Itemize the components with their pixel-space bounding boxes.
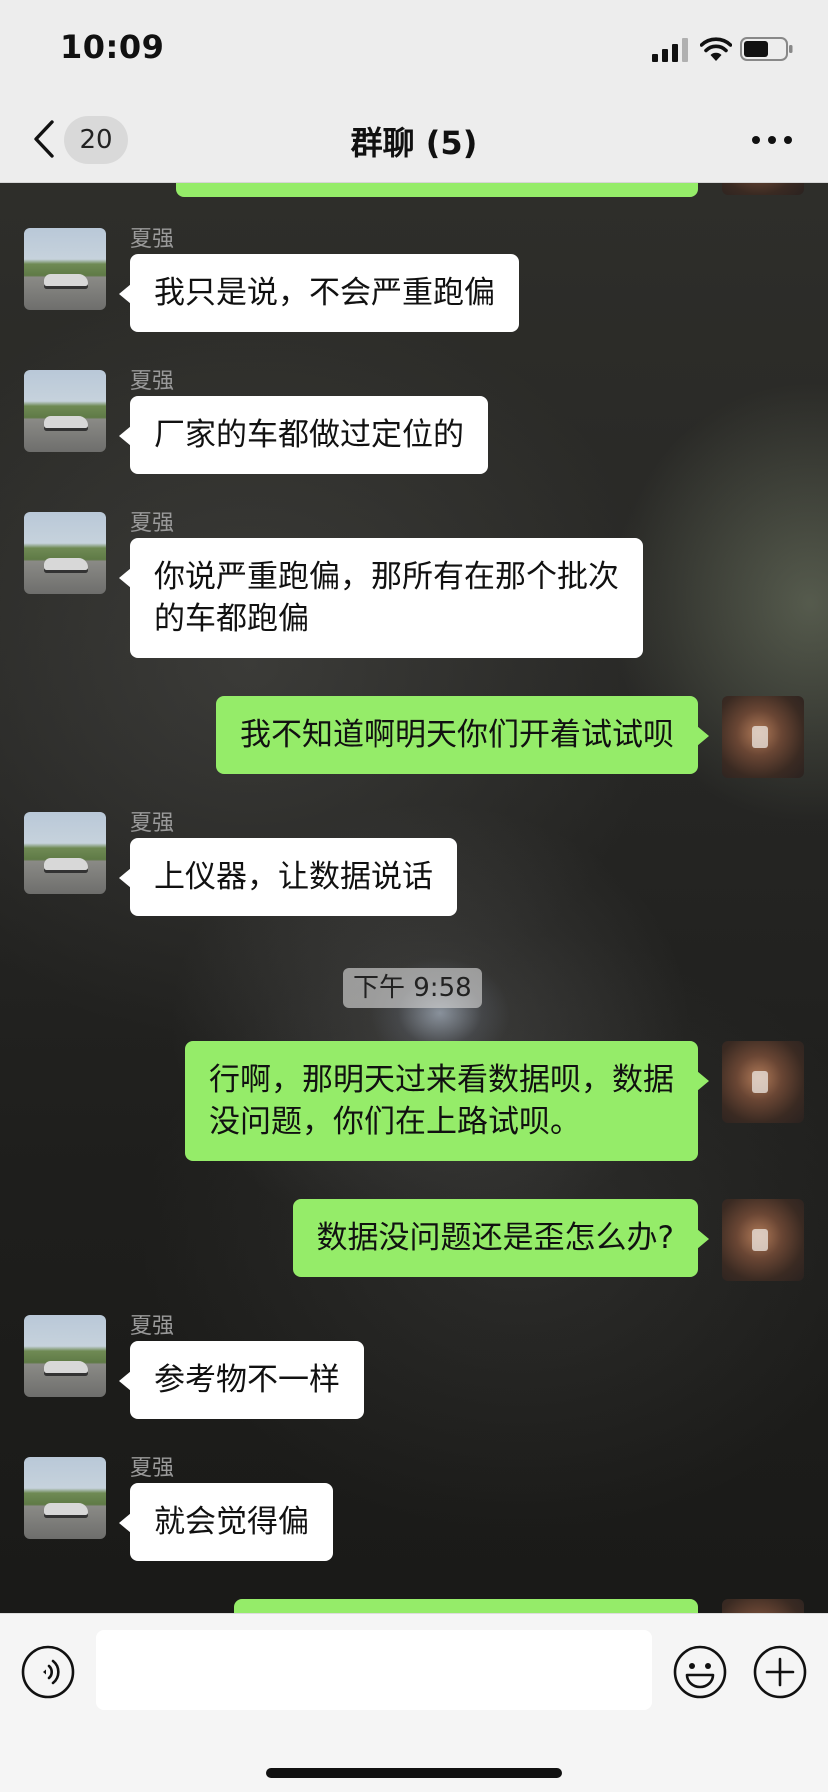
avatar-self[interactable] [722,1599,804,1613]
sender-name: 夏强 [130,511,175,536]
sender-name: 夏强 [130,1314,175,1339]
sender-name: 夏强 [130,1456,175,1481]
message-bubble-incoming[interactable]: 厂家的车都做过定位的 [119,396,488,474]
message-bubble-incoming[interactable]: 上仪器，让数据说话 [119,838,457,916]
avatar-self[interactable] [722,1041,804,1123]
message-bubble-outgoing[interactable]: 数据没问题还是歪怎么办? [292,1199,710,1277]
plus-button[interactable] [752,1644,808,1700]
home-indicator [266,1768,562,1778]
page-title: 群聊 (5) [350,124,478,162]
message-bubble-outgoing[interactable] [176,183,698,197]
top-bar: 10:09 20 群聊 (5) [0,0,828,183]
avatar-self[interactable] [722,183,804,195]
avatar-sender[interactable] [24,812,106,894]
avatar-self[interactable] [722,696,804,778]
cellular-signal-icon [652,38,688,62]
message-bubble-outgoing[interactable]: 我不知道啊明天你们开着试试呗 [216,696,709,774]
status-time: 10:09 [60,28,165,66]
message-line: 没问题，你们在上路试呗。 [209,1104,581,1140]
message-bubble-incoming[interactable]: 就会觉得偏 [119,1483,333,1561]
message-bubble-incoming[interactable]: 我只是说，不会严重跑偏 [119,254,519,332]
message-input[interactable] [96,1630,652,1710]
message-bubble-incoming[interactable]: 你说严重跑偏，那所有在那个批次 的车都跑偏 [119,538,643,658]
avatar-sender[interactable] [24,512,106,594]
input-bar [0,1613,828,1792]
message-bubble-outgoing[interactable]: 行啊，那明天过来看数据呗，数据 没问题，你们在上路试呗。 [185,1041,709,1161]
avatar-sender[interactable] [24,1457,106,1539]
sender-name: 夏强 [130,227,175,252]
emoji-button[interactable] [672,1644,728,1700]
message-line: 的车都跑偏 [154,601,309,637]
avatar-self[interactable] [722,1199,804,1281]
message-bubble-outgoing[interactable] [234,1599,698,1613]
message-line: 行啊，那明天过来看数据呗，数据 [209,1062,674,1098]
message-list[interactable]: 夏强 我只是说，不会严重跑偏 夏强 厂家的车都做过定位的 夏强 你说严重跑偏，那… [0,183,828,1613]
wifi-icon [700,37,732,61]
battery-icon [740,37,793,61]
message-bubble-incoming[interactable]: 参考物不一样 [119,1341,364,1419]
more-options-button[interactable] [748,122,796,158]
message-line: 你说严重跑偏，那所有在那个批次 [154,559,619,595]
sender-name: 夏强 [130,369,175,394]
voice-input-button[interactable] [20,1644,76,1700]
avatar-sender[interactable] [24,228,106,310]
avatar-sender[interactable] [24,1315,106,1397]
timestamp-divider: 下午 9:58 [343,968,482,1008]
avatar-sender[interactable] [24,370,106,452]
sender-name: 夏强 [130,811,175,836]
